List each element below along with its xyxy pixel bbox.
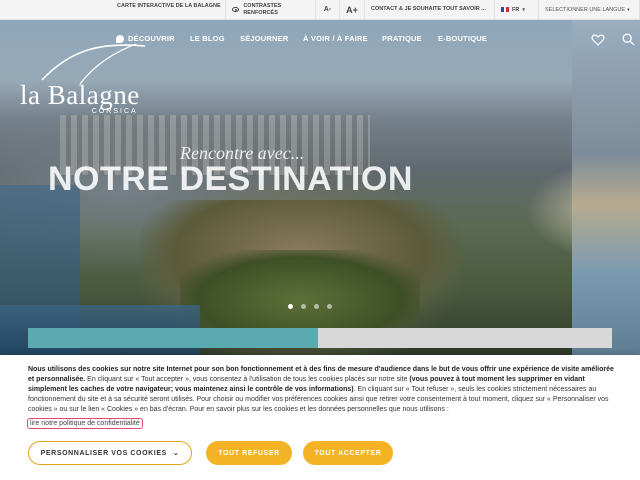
eye-icon	[232, 7, 240, 12]
customize-cookies-button[interactable]: PERSONNALISER VOS COOKIES ⌄	[28, 441, 192, 465]
cookie-banner: Nous utilisons des cookies sur notre sit…	[0, 355, 640, 480]
heart-icon[interactable]	[591, 33, 605, 47]
language-select[interactable]: SÉLECTIONNER UNE LANGUE ▾	[539, 0, 640, 19]
customize-cookies-label: PERSONNALISER VOS COOKIES	[40, 449, 167, 457]
interactive-map-link[interactable]: CARTE INTERACTIVE DE LA BALAGNE	[0, 0, 226, 19]
nav-label: LE BLOG	[190, 34, 225, 43]
nav-label: PRATIQUE	[382, 34, 422, 43]
utility-bar: CARTE INTERACTIVE DE LA BALAGNE CONTRAST…	[0, 0, 640, 20]
refuse-all-button[interactable]: TOUT REFUSER	[206, 441, 292, 465]
accept-all-button[interactable]: TOUT ACCEPTER	[303, 441, 393, 465]
nav-label: SÉJOURNER	[240, 34, 289, 43]
language-select-label: SÉLECTIONNER UNE LANGUE	[545, 6, 626, 13]
cookie-message: Nous utilisons des cookies sur notre sit…	[28, 365, 616, 415]
cookie-text-accept: En cliquant sur « Tout accepter », vous …	[85, 376, 410, 383]
hero-coastline	[572, 20, 640, 355]
nav-item-e-boutique[interactable]: E-BOUTIQUE	[438, 34, 487, 43]
chevron-down-icon: ▾	[627, 6, 630, 13]
hero-headline: NOTRE DESTINATION	[48, 160, 413, 198]
language-switcher[interactable]: FR ▾	[495, 0, 539, 19]
nav-item-pratique[interactable]: PRATIQUE	[382, 34, 422, 43]
interactive-map-label: CARTE INTERACTIVE DE LA BALAGNE	[117, 3, 221, 9]
font-decrease-button[interactable]: A-	[316, 0, 340, 19]
carousel-dot[interactable]	[327, 304, 332, 309]
carousel-dots	[288, 304, 332, 309]
nav-label: DÉCOUVRIR	[128, 34, 175, 43]
leaf-icon	[116, 34, 124, 43]
search-panel	[28, 328, 318, 348]
nav-item-decouvrir[interactable]: DÉCOUVRIR	[116, 34, 175, 43]
nav-label: E-BOUTIQUE	[438, 34, 488, 43]
carousel-dot[interactable]	[301, 304, 306, 309]
nav-label: À VOIR / À FAIRE	[303, 34, 368, 43]
logo-swoosh-icon	[41, 43, 146, 85]
chevron-down-icon: ▾	[522, 6, 525, 13]
site-logo[interactable]: la Balagne CORSICA	[20, 43, 146, 115]
language-code: FR	[512, 6, 520, 13]
french-flag-icon	[501, 7, 510, 12]
contrast-label: CONTRASTES RENFORCÉS	[243, 2, 282, 16]
search-panel-secondary	[318, 328, 612, 348]
chevron-down-icon: ⌄	[172, 450, 180, 457]
nav-item-a-voir-a-faire[interactable]: À VOIR / À FAIRE	[303, 34, 368, 43]
nav-item-blog[interactable]: LE BLOG	[190, 34, 225, 43]
font-increase-button[interactable]: A+	[340, 0, 365, 19]
contact-label: CONTACT & JE SOUHAITE TOUT SAVOIR ...	[371, 6, 486, 12]
contrast-toggle[interactable]: CONTRASTES RENFORCÉS	[226, 0, 316, 19]
carousel-dot[interactable]	[288, 304, 293, 309]
search-icon[interactable]	[622, 33, 635, 46]
nav-item-sejourner[interactable]: SÉJOURNER	[240, 34, 288, 43]
carousel-dot[interactable]	[314, 304, 319, 309]
contact-link[interactable]: CONTACT & JE SOUHAITE TOUT SAVOIR ...	[365, 0, 495, 19]
privacy-policy-link[interactable]: lire notre politique de confidentialité	[27, 418, 143, 429]
